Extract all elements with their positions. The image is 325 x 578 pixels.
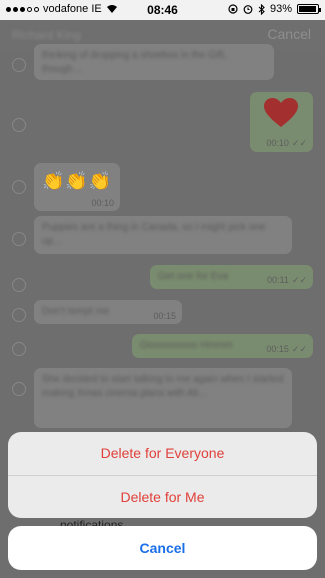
message-bubble[interactable]: thinking of dropping a shoebox in the Gi…: [34, 44, 274, 80]
read-checkmarks-icon: ✓✓: [291, 275, 307, 285]
header-cancel-button[interactable]: Cancel: [267, 26, 311, 42]
message-time: 00:15: [266, 344, 289, 354]
message-bubble[interactable]: She decided to start talking to me again…: [34, 368, 292, 428]
message-bubble[interactable]: Puppies are a thing in Canada, so I migh…: [34, 216, 292, 254]
clapping-hands-emoji-icon: 👏👏👏: [42, 171, 113, 191]
message-time: 00:15: [153, 311, 176, 321]
message-text: thinking of dropping a shoebox in the Gi…: [42, 50, 227, 75]
status-bar: vodafone IE 08:46 93%: [0, 0, 325, 20]
contact-name: Richard King: [12, 28, 81, 42]
message-text: She decided to start talking to me again…: [42, 374, 284, 399]
alarm-icon: [243, 5, 253, 14]
message-bubble[interactable]: Oooooooooo Hmmm 00:15 ✓✓: [132, 334, 313, 358]
delete-for-everyone-button[interactable]: Delete for Everyone: [8, 432, 317, 475]
select-circle[interactable]: [12, 118, 26, 132]
select-circle[interactable]: [12, 278, 26, 292]
sheet-cancel-button[interactable]: Cancel: [8, 526, 317, 570]
message-bubble[interactable]: 00:10 ✓✓: [250, 92, 313, 152]
select-circle[interactable]: [12, 58, 26, 72]
delete-for-me-button[interactable]: Delete for Me: [8, 476, 317, 518]
battery-fill: [299, 6, 316, 12]
message-meta: 00:10: [91, 198, 114, 208]
message-time: 00:10: [91, 198, 114, 208]
message-meta: 00:15: [153, 311, 176, 321]
read-checkmarks-icon: ✓✓: [291, 344, 307, 354]
message-text: Puppies are a thing in Canada, so I migh…: [42, 222, 266, 247]
battery-percent: 93%: [269, 3, 292, 15]
battery-icon: [297, 4, 321, 14]
heart-emoji-icon: [264, 98, 298, 127]
message-bubble[interactable]: Get one for Eva 00:11 ✓✓: [150, 265, 313, 289]
message-meta: 00:15 ✓✓: [266, 344, 307, 355]
select-circle[interactable]: [12, 342, 26, 356]
select-circle[interactable]: [12, 232, 26, 246]
orientation-lock-icon: [228, 4, 238, 14]
message-time: 00:10: [266, 138, 289, 148]
message-time: 00:11: [267, 275, 289, 285]
message-bubble[interactable]: Don't tempt me 00:15: [34, 300, 182, 324]
select-circle[interactable]: [12, 308, 26, 322]
select-circle[interactable]: [12, 180, 26, 194]
message-meta: 00:10 ✓✓: [266, 138, 307, 149]
message-meta: 00:11 ✓✓: [267, 275, 307, 286]
delete-action-sheet: Delete for Everyone Delete for Me: [8, 432, 317, 518]
read-checkmarks-icon: ✓✓: [291, 138, 307, 148]
bluetooth-icon: [258, 3, 265, 15]
message-bubble[interactable]: 👏👏👏 00:10: [34, 163, 120, 211]
select-circle[interactable]: [12, 382, 26, 396]
